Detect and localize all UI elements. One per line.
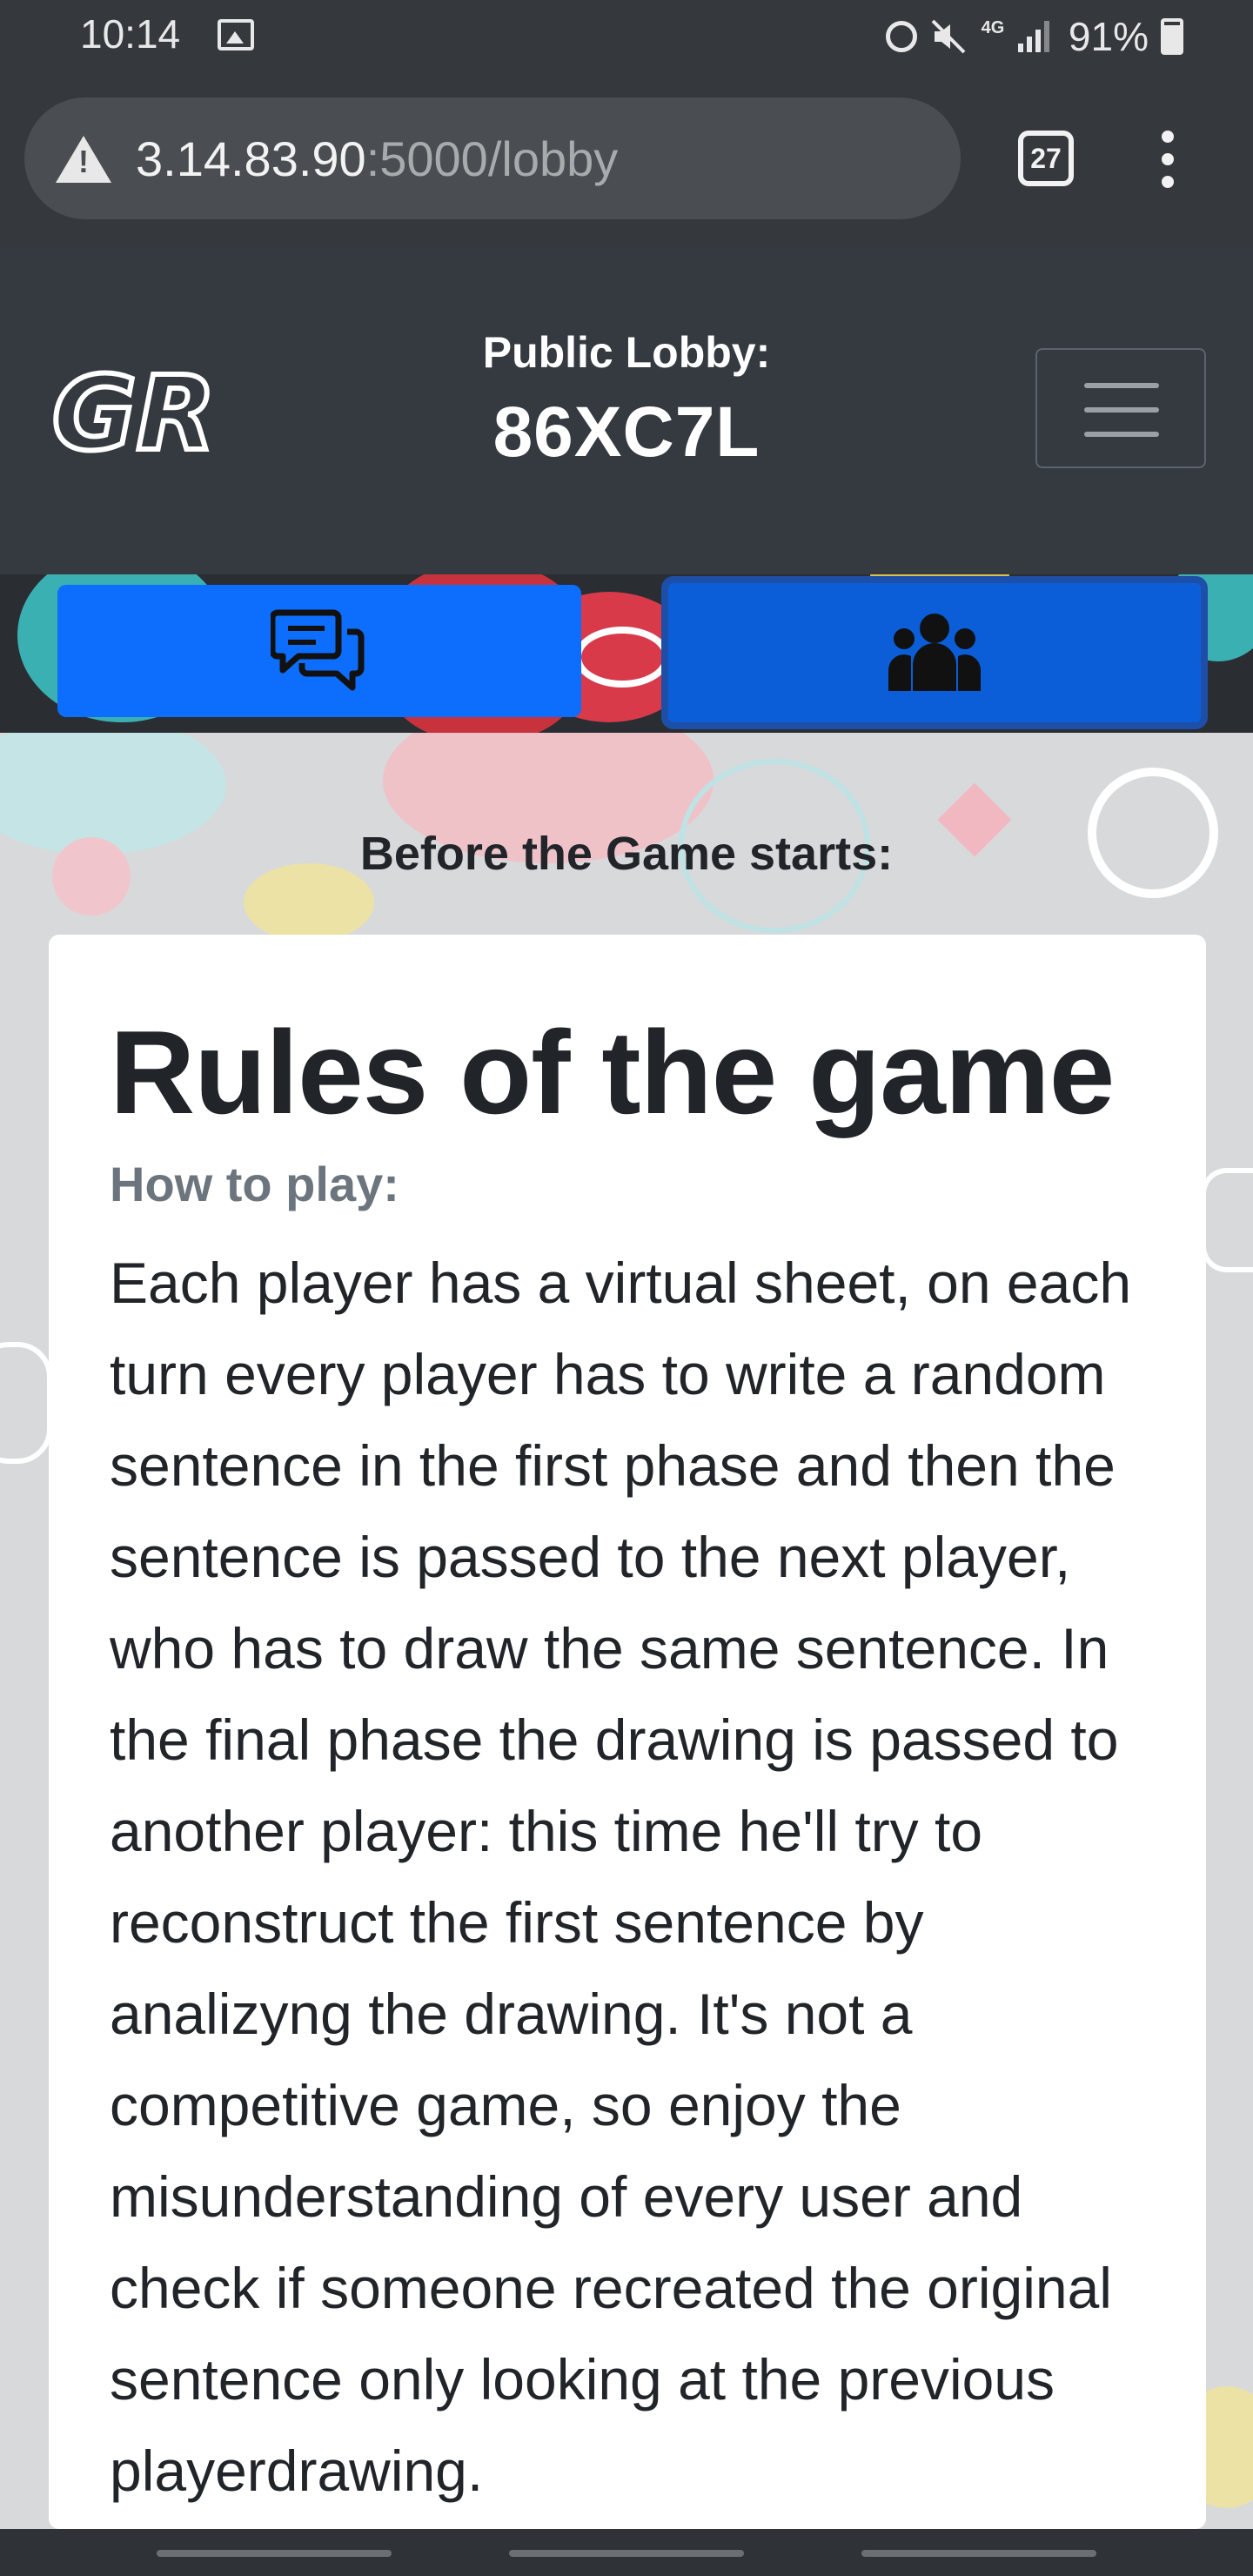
section-heading: Before the Game starts: bbox=[359, 828, 894, 880]
url-text[interactable]: 3.14.83.90:5000/lobby bbox=[136, 131, 618, 187]
system-navigation-bar bbox=[0, 2529, 1253, 2576]
nav-handle-center[interactable] bbox=[509, 2550, 744, 2557]
battery-charging-icon bbox=[1161, 18, 1183, 55]
nav-handle-left[interactable] bbox=[157, 2550, 392, 2557]
chat-bubbles-icon bbox=[271, 609, 365, 691]
url-path: :5000/lobby bbox=[365, 131, 619, 186]
mute-icon bbox=[931, 19, 966, 54]
players-button[interactable] bbox=[661, 576, 1208, 729]
card-subtitle: How to play: bbox=[110, 1157, 399, 1211]
tab-switcher-button[interactable]: 27 bbox=[1018, 131, 1074, 186]
users-group-icon bbox=[888, 614, 981, 691]
more-vert-icon[interactable] bbox=[1157, 131, 1178, 188]
status-icons: 4G 91% bbox=[885, 9, 1183, 64]
hamburger-menu-button[interactable] bbox=[1035, 348, 1206, 468]
signal-icon bbox=[1017, 21, 1056, 52]
image-icon bbox=[218, 19, 254, 50]
alarm-icon bbox=[885, 21, 917, 52]
address-bar[interactable]: 3.14.83.90:5000/lobby bbox=[24, 97, 961, 219]
4g-icon: 4G bbox=[981, 18, 1005, 37]
status-time: 10:14 bbox=[80, 11, 181, 57]
chat-button[interactable] bbox=[57, 585, 581, 717]
url-host: 3.14.83.90 bbox=[136, 131, 366, 186]
battery-percent: 91% bbox=[1068, 14, 1149, 59]
rules-text: Each player has a virtual sheet, on each… bbox=[110, 1251, 1132, 2503]
warning-icon[interactable] bbox=[56, 136, 111, 183]
nav-handle-right[interactable] bbox=[861, 2550, 1096, 2557]
navbar: GR Public Lobby: 86XC7L bbox=[0, 247, 1253, 574]
card-title: Rules of the game bbox=[110, 1006, 1115, 1138]
rules-card: Rules of the game How to play: Each play… bbox=[49, 935, 1206, 2529]
status-bar: 10:14 4G 91% bbox=[0, 0, 1253, 73]
browser-toolbar: 3.14.83.90:5000/lobby 27 bbox=[0, 73, 1253, 247]
hamburger-icon bbox=[1084, 383, 1159, 388]
